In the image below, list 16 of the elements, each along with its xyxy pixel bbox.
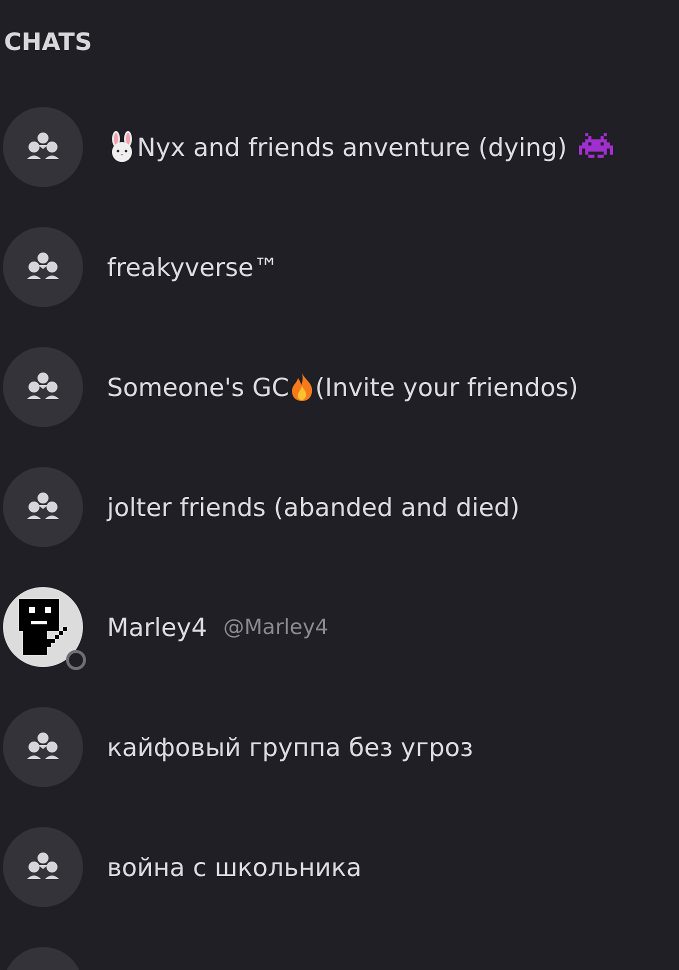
- group-icon: [26, 492, 60, 522]
- group-icon: [26, 732, 60, 762]
- group-icon: [26, 132, 60, 162]
- chat-name: jolter friends (abanded and died): [107, 492, 520, 522]
- chat-name: Marley4: [107, 612, 208, 642]
- chat-name: freakyverse™: [107, 252, 278, 282]
- group-icon: [26, 252, 60, 282]
- chat-name: Someone's GC: [107, 372, 290, 402]
- chat-name: Nyx and friends anventure (dying): [137, 132, 568, 162]
- section-title: CHATS: [3, 27, 94, 58]
- chat-name: (Invite your friendos): [315, 372, 578, 402]
- group-icon: [26, 852, 60, 882]
- group-icon: [26, 372, 60, 402]
- chat-name: война с школьника: [107, 852, 362, 882]
- chat-name: кайфовый группа без угроз: [107, 732, 474, 762]
- user-handle: @Marley4: [223, 615, 328, 639]
